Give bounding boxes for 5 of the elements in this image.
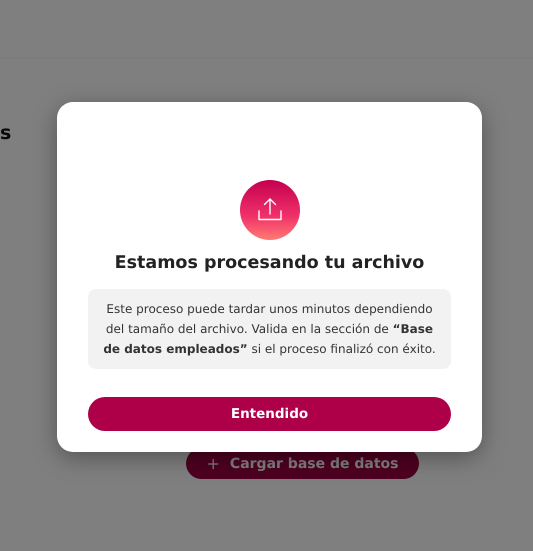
confirm-button[interactable]: Entendido xyxy=(88,397,451,431)
dialog-message: Este proceso puede tardar unos minutos dependiendo del tamaño del archivo. Valida en la sección de “Base de datos empleados” si el proceso finalizó con éxito. xyxy=(88,289,451,369)
page-heading: s xyxy=(0,121,12,145)
upload-icon xyxy=(240,180,300,240)
dialog-title: Estamos procesando tu archivo xyxy=(114,253,424,273)
